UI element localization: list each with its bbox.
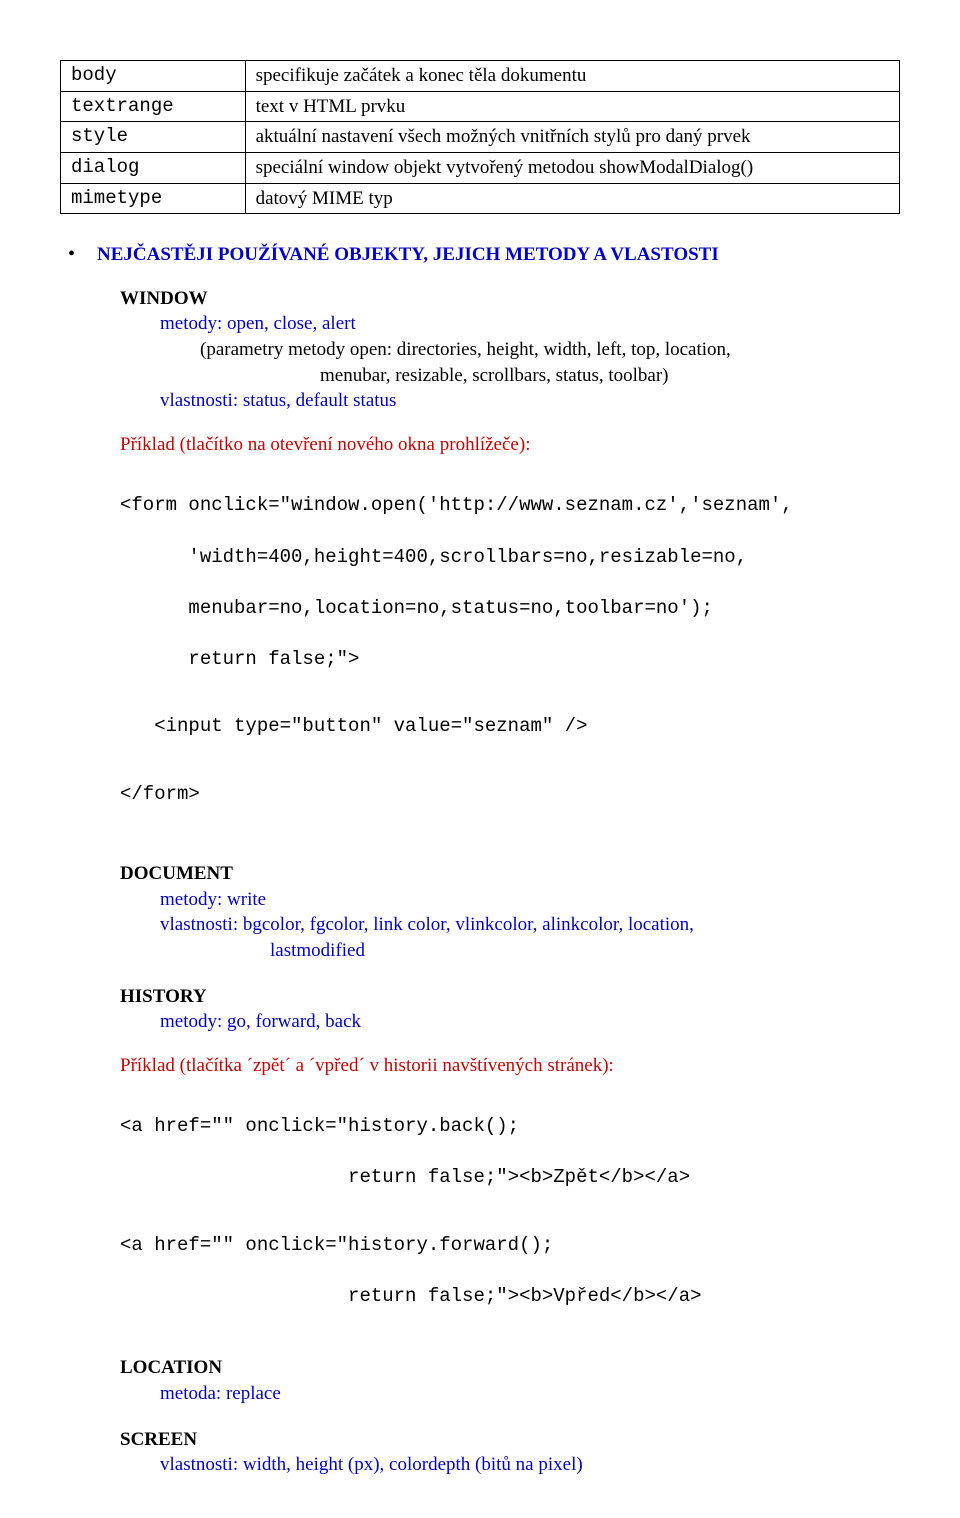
- document-props-line1: vlastnosti: bgcolor, fgcolor, link color…: [160, 912, 900, 938]
- window-methods: metody: open, close, alert: [160, 311, 900, 337]
- code-line: return false;"><b>Zpět</b></a>: [120, 1165, 900, 1191]
- table-row: mimetype datový MIME typ: [61, 183, 900, 214]
- window-heading: WINDOW: [120, 286, 900, 312]
- example2-lead: Příklad (tlačítka ´zpět´ a ´vpřed´ v his…: [120, 1053, 900, 1079]
- table-row: body specifikuje začátek a konec těla do…: [61, 61, 900, 92]
- window-block: WINDOW metody: open, close, alert (param…: [120, 286, 900, 414]
- desc-cell: datový MIME typ: [245, 183, 899, 214]
- screen-block: SCREEN vlastnosti: width, height (px), c…: [120, 1427, 900, 1478]
- code-line: </form>: [120, 782, 900, 808]
- table-row: style aktuální nastavení všech možných v…: [61, 122, 900, 153]
- term-cell: style: [61, 122, 246, 153]
- window-props: vlastnosti: status, default status: [160, 388, 900, 414]
- document-props-line2: lastmodified: [270, 938, 900, 964]
- example2-code: <a href="" onclick="history.back(); retu…: [120, 1089, 900, 1336]
- term-cell: mimetype: [61, 183, 246, 214]
- location-heading: LOCATION: [120, 1355, 900, 1381]
- code-line: <form onclick="window.open('http://www.s…: [120, 493, 900, 519]
- code-line: <a href="" onclick="history.back();: [120, 1114, 900, 1140]
- table-row: dialog speciální window objekt vytvořený…: [61, 152, 900, 183]
- history-methods: metody: go, forward, back: [160, 1009, 900, 1035]
- code-line: <a href="" onclick="history.forward();: [120, 1233, 900, 1259]
- code-line: return false;">: [120, 647, 900, 673]
- desc-cell: specifikuje začátek a konec těla dokumen…: [245, 61, 899, 92]
- example1-lead: Příklad (tlačítko na otevření nového okn…: [120, 432, 900, 458]
- code-line: <input type="button" value="seznam" />: [120, 714, 900, 740]
- screen-props: vlastnosti: width, height (px), colordep…: [160, 1452, 900, 1478]
- section-heading: NEJČASTĚJI POUŽÍVANÉ OBJEKTY, JEJICH MET…: [97, 242, 719, 268]
- history-block: HISTORY metody: go, forward, back: [120, 984, 900, 1035]
- location-block: LOCATION metoda: replace: [120, 1355, 900, 1406]
- example1-code: <form onclick="window.open('http://www.s…: [120, 468, 900, 833]
- table-row: textrange text v HTML prvku: [61, 91, 900, 122]
- section-bullet: • NEJČASTĚJI POUŽÍVANÉ OBJEKTY, JEJICH M…: [68, 242, 900, 268]
- document-methods: metody: write: [160, 887, 900, 913]
- term-cell: textrange: [61, 91, 246, 122]
- document-heading: DOCUMENT: [120, 861, 900, 887]
- code-line: menubar=no,location=no,status=no,toolbar…: [120, 596, 900, 622]
- desc-cell: text v HTML prvku: [245, 91, 899, 122]
- location-method: metoda: replace: [160, 1381, 900, 1407]
- history-heading: HISTORY: [120, 984, 900, 1010]
- document-block: DOCUMENT metody: write vlastnosti: bgcol…: [120, 861, 900, 964]
- screen-heading: SCREEN: [120, 1427, 900, 1453]
- code-line: return false;"><b>Vpřed</b></a>: [120, 1284, 900, 1310]
- term-cell: body: [61, 61, 246, 92]
- code-line: 'width=400,height=400,scrollbars=no,resi…: [120, 545, 900, 571]
- desc-cell: aktuální nastavení všech možných vnitřní…: [245, 122, 899, 153]
- window-params-line1: (parametry metody open: directories, hei…: [200, 337, 900, 363]
- window-params-line2: menubar, resizable, scrollbars, status, …: [320, 363, 900, 389]
- definitions-table: body specifikuje začátek a konec těla do…: [60, 60, 900, 214]
- term-cell: dialog: [61, 152, 246, 183]
- bullet-icon: •: [68, 244, 75, 264]
- desc-cell: speciální window objekt vytvořený metodo…: [245, 152, 899, 183]
